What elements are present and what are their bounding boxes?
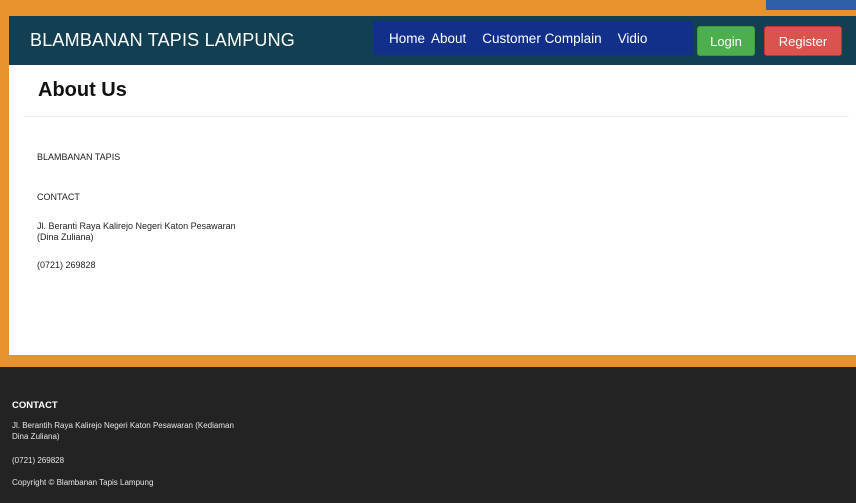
- company-name: BLAMBANAN TAPIS: [37, 152, 121, 162]
- nav-vidio[interactable]: Vidio: [618, 31, 648, 46]
- nav-customer-complain[interactable]: Customer Complain: [482, 31, 601, 46]
- main-content: About Us BLAMBANAN TAPIS CONTACT Jl. Ber…: [9, 65, 856, 355]
- brand-logo-text[interactable]: BLAMBANAN TAPIS LAMPUNG: [30, 30, 295, 51]
- address-line-2: (Dina Zuliana): [37, 232, 94, 242]
- nav-home[interactable]: Home: [389, 31, 425, 46]
- footer-contact-heading: CONTACT: [12, 400, 58, 411]
- footer-copyright: Copyright © Blambanan Tapis Lampung: [12, 478, 154, 487]
- left-accent-border: [0, 16, 9, 366]
- footer-address-line-1: Jl. Berantih Raya Kalirejo Negeri Katon …: [12, 421, 234, 430]
- footer-address-line-2: Dina Zuliana): [12, 432, 60, 441]
- contact-heading: CONTACT: [37, 192, 80, 202]
- title-divider: [23, 116, 849, 117]
- phone-number: (0721) 269828: [37, 260, 96, 270]
- address-line-1: Jl. Beranti Raya Kalirejo Negeri Katon P…: [37, 221, 236, 231]
- top-right-tab: [766, 0, 856, 10]
- top-accent-strip: [0, 0, 856, 16]
- nav-about[interactable]: About: [431, 31, 466, 46]
- login-button[interactable]: Login: [697, 26, 755, 56]
- nav-menu: Home About Customer Complain Vidio: [373, 21, 693, 55]
- footer: CONTACT Jl. Berantih Raya Kalirejo Neger…: [0, 367, 856, 503]
- footer-phone: (0721) 269828: [12, 456, 65, 465]
- page-title: About Us: [38, 79, 127, 101]
- footer-accent-band: [0, 355, 856, 367]
- navbar: BLAMBANAN TAPIS LAMPUNG Home About Custo…: [9, 16, 856, 65]
- register-button[interactable]: Register: [764, 26, 842, 56]
